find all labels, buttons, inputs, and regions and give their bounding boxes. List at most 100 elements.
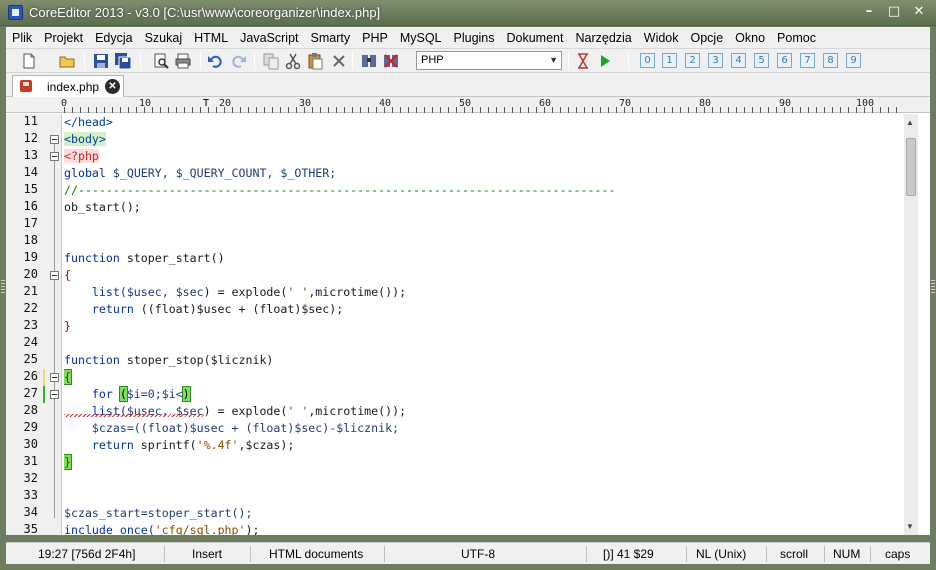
scroll-down-icon[interactable]: ▼ — [906, 522, 914, 531]
close-window-button[interactable]: ✕ — [908, 3, 930, 21]
menu-szukaj[interactable]: Szukaj — [139, 31, 189, 45]
bookmark-6-button[interactable]: 6 — [777, 53, 792, 68]
toolbar-separator — [254, 52, 255, 70]
close-tab-icon[interactable]: ✕ — [105, 79, 120, 94]
menu-pomoc[interactable]: Pomoc — [771, 31, 822, 45]
bookmark-9-button[interactable]: 9 — [846, 53, 861, 68]
fold-toggle-icon[interactable] — [50, 390, 59, 399]
menu-projekt[interactable]: Projekt — [38, 31, 89, 45]
new-file-icon[interactable] — [20, 52, 38, 70]
menu-narzedzia[interactable]: Narzędzia — [569, 31, 637, 45]
string: ' ' — [287, 404, 309, 418]
ruler-mark: 70 — [619, 98, 632, 109]
tab-index-php[interactable]: index.php ✕ — [12, 75, 124, 97]
code-line: <body> — [64, 131, 106, 148]
bookmark-0-button[interactable]: 0 — [640, 53, 655, 68]
menu-javascript[interactable]: JavaScript — [234, 31, 304, 45]
bookmark-1-button[interactable]: 1 — [662, 53, 677, 68]
save-icon[interactable] — [92, 52, 110, 70]
brace: { — [64, 268, 71, 282]
code-text: ) = explode( — [203, 404, 288, 418]
insert-mode[interactable]: Insert — [192, 547, 222, 561]
language-select[interactable]: PHP ▼ — [416, 51, 562, 70]
paste-icon[interactable] — [306, 52, 324, 70]
document-type[interactable]: HTML documents — [269, 547, 363, 561]
run-icon[interactable] — [596, 52, 614, 70]
code-text: ,microtime()); — [308, 285, 407, 299]
menu-smarty[interactable]: Smarty — [305, 31, 357, 45]
menu-edycja[interactable]: Edycja — [89, 31, 139, 45]
menu-html[interactable]: HTML — [188, 31, 234, 45]
line-number: 34 — [23, 505, 38, 519]
code-line: ob_start(); — [64, 199, 141, 216]
encoding[interactable]: UTF-8 — [461, 547, 495, 561]
minimize-button[interactable]: – — [858, 3, 880, 21]
redo-icon[interactable] — [230, 52, 248, 70]
code-line: global $_QUERY, $_QUERY_COUNT, $_OTHER; — [64, 165, 336, 182]
delete-icon[interactable] — [330, 52, 348, 70]
fold-toggle-icon[interactable] — [50, 152, 59, 161]
line-ending[interactable]: NL (Unix) — [696, 547, 746, 561]
menu-dokument[interactable]: Dokument — [501, 31, 570, 45]
ruler-mark: 60 — [539, 98, 552, 109]
line-gutter[interactable]: 11 12 13 14 15 16 17 18 19 20 21 22 23 2… — [6, 114, 62, 536]
editor-area: 0 10 20 30 40 50 60 70 80 90 100 T 11 12… — [6, 97, 930, 536]
bookmark-4-button[interactable]: 4 — [731, 53, 746, 68]
find-icon[interactable] — [360, 52, 378, 70]
line-number: 27 — [23, 386, 38, 400]
code-text: stoper_start() — [126, 251, 225, 265]
fold-toggle-icon[interactable] — [50, 135, 59, 144]
menu-widok[interactable]: Widok — [638, 31, 685, 45]
window-title: CoreEditor 2013 - v3.0 [C:\usr\www\coreo… — [29, 5, 381, 20]
print-preview-icon[interactable] — [152, 52, 170, 70]
bookmark-5-button[interactable]: 5 — [754, 53, 769, 68]
resize-grip[interactable] — [931, 280, 935, 294]
copy-icon[interactable] — [262, 52, 280, 70]
line-number: 29 — [23, 420, 38, 434]
vertical-scrollbar[interactable]: ▲ ▼ — [904, 114, 918, 535]
code-text: sprintf( — [140, 438, 197, 452]
scrollbar-thumb[interactable] — [906, 138, 916, 196]
selection-info: [)] 41 $29 — [603, 547, 654, 561]
undo-icon[interactable] — [206, 52, 224, 70]
fold-toggle-icon[interactable] — [50, 373, 59, 382]
scroll-up-icon[interactable]: ▲ — [906, 118, 914, 127]
ruler-mark: 0 — [61, 98, 68, 109]
line-number: 33 — [23, 488, 38, 502]
hourglass-icon[interactable] — [574, 52, 592, 70]
title-bar[interactable]: CoreEditor 2013 - v3.0 [C:\usr\www\coreo… — [0, 0, 936, 26]
resize-grip[interactable] — [1, 280, 5, 294]
bookmark-8-button[interactable]: 8 — [823, 53, 838, 68]
fold-toggle-icon[interactable] — [50, 271, 59, 280]
menu-php[interactable]: PHP — [356, 31, 394, 45]
menu-plik[interactable]: Plik — [6, 31, 38, 45]
cut-icon[interactable] — [284, 52, 302, 70]
bookmark-2-button[interactable]: 2 — [685, 53, 700, 68]
line-number: 14 — [23, 165, 38, 179]
num-lock: NUM — [833, 547, 861, 561]
line-number: 25 — [23, 352, 38, 366]
code-line: { — [64, 267, 71, 284]
bookmark-3-button[interactable]: 3 — [708, 53, 723, 68]
save-all-icon[interactable] — [114, 52, 132, 70]
line-number: 26 — [23, 369, 38, 383]
code-text: ); — [245, 523, 260, 535]
menu-okno[interactable]: Okno — [729, 31, 771, 45]
php-open-tag: <?php — [64, 149, 99, 163]
code-line: //--------------------------------------… — [64, 182, 615, 199]
code-line: <?php — [64, 148, 99, 165]
bookmark-7-button[interactable]: 7 — [800, 53, 815, 68]
print-icon[interactable] — [174, 52, 192, 70]
code-editor[interactable]: </head> <body> <?php global $_QUERY, $_Q… — [64, 114, 902, 535]
maximize-button[interactable]: □ — [883, 3, 905, 21]
caps-lock: caps — [885, 547, 911, 561]
code-text: ob_start(); — [64, 200, 141, 214]
replace-icon[interactable] — [382, 52, 400, 70]
menu-plugins[interactable]: Plugins — [448, 31, 501, 45]
menu-mysql[interactable]: MySQL — [394, 31, 448, 45]
menu-opcje[interactable]: Opcje — [685, 31, 730, 45]
line-number: 23 — [23, 318, 38, 332]
open-folder-icon[interactable] — [58, 52, 76, 70]
variable: $czas=((float)$usec + (float)$sec)-$licz… — [64, 421, 400, 435]
fold-guide — [54, 143, 55, 518]
